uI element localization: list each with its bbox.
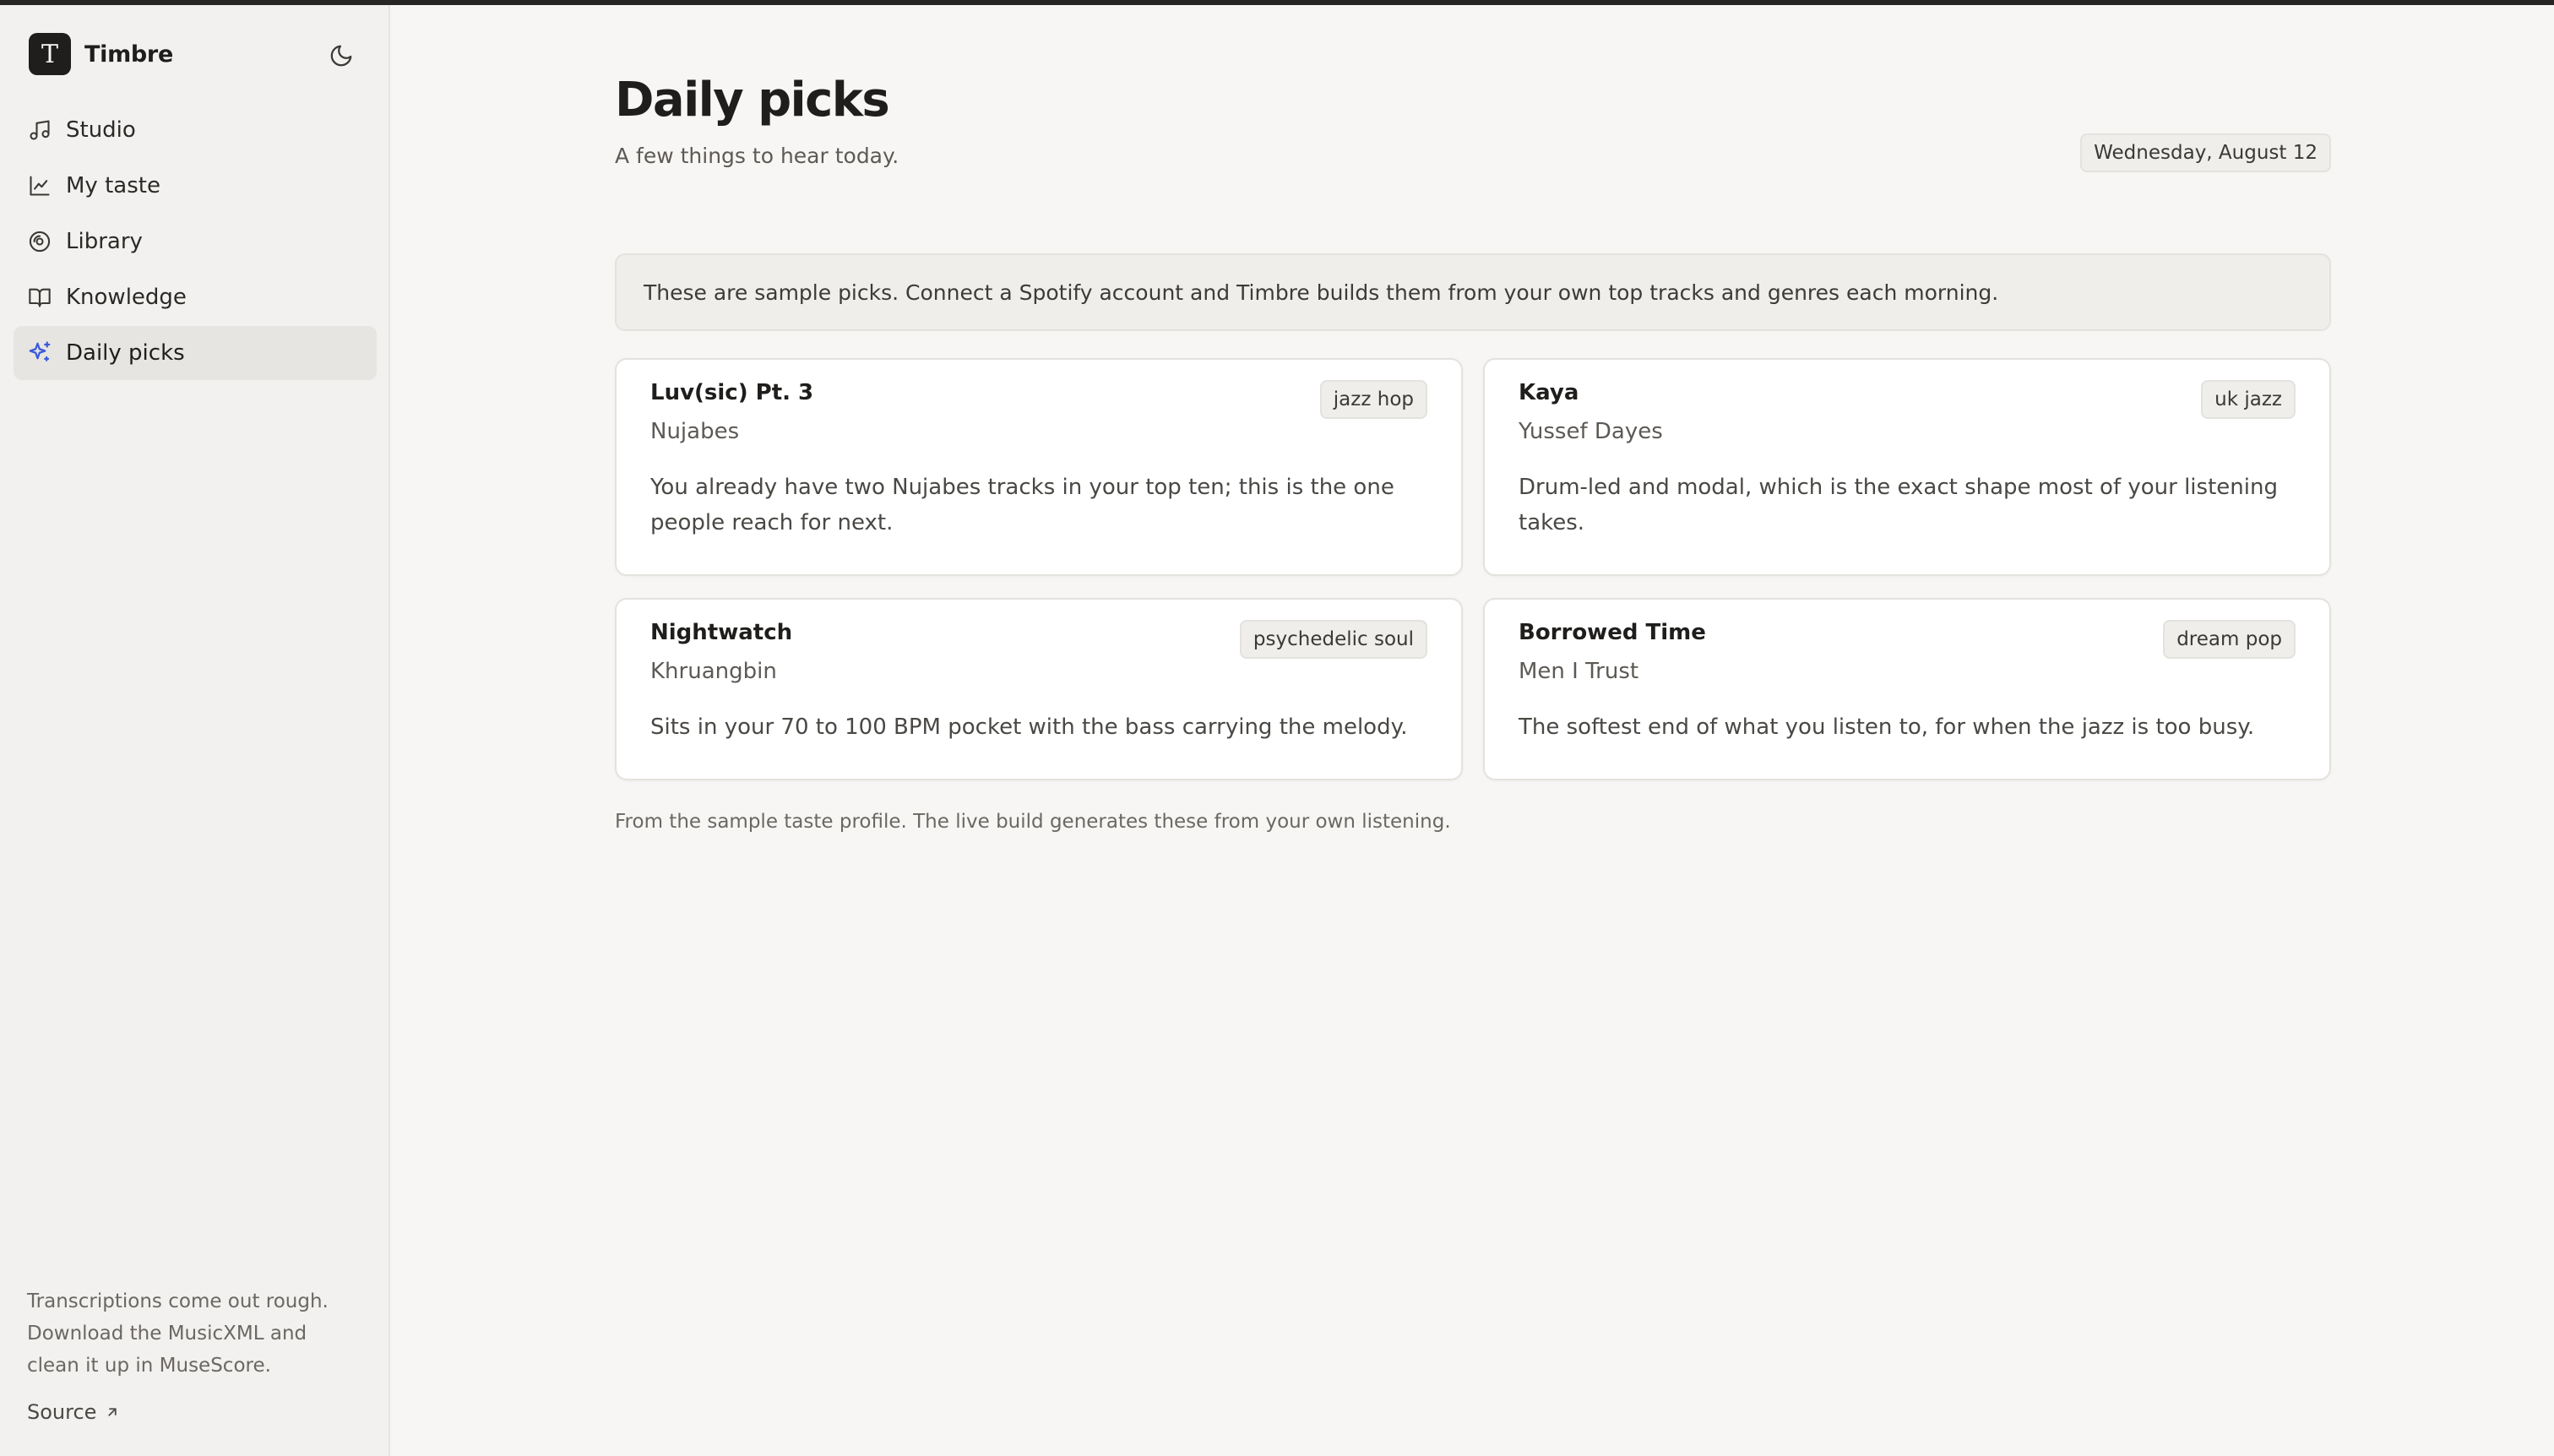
sidebar-item-label: My taste	[66, 173, 160, 198]
vinyl-disc-icon	[27, 229, 52, 254]
sidebar-item-library[interactable]: Library	[14, 215, 377, 269]
date-badge: Wednesday, August 12	[2080, 133, 2331, 172]
music-note-icon	[27, 117, 52, 143]
pick-artist: Khruangbin	[650, 659, 777, 684]
sparkle-icon	[27, 340, 52, 366]
source-link-label: Source	[27, 1400, 97, 1424]
sidebar-item-label: Library	[66, 229, 143, 254]
pick-reason: Sits in your 70 to 100 BPM pocket with t…	[650, 714, 1408, 740]
open-book-icon	[27, 285, 52, 310]
app-logo: T	[29, 33, 71, 75]
pick-artist: Men I Trust	[1519, 659, 1639, 684]
genre-tag: psychedelic soul	[1239, 620, 1427, 659]
pick-title: Luv(sic) Pt. 3	[650, 380, 814, 405]
sidebar-item-label: Studio	[66, 117, 136, 143]
pick-artist: Yussef Dayes	[1519, 419, 1663, 444]
page-subtitle: A few things to hear today.	[615, 144, 899, 168]
sidebar-item-label: Daily picks	[66, 340, 185, 366]
line-chart-icon	[27, 173, 52, 198]
sidebar-item-daily-picks[interactable]: Daily picks	[14, 326, 377, 380]
sidebar-item-label: Knowledge	[66, 285, 187, 310]
pick-artist: Nujabes	[650, 419, 740, 444]
app-name: Timbre	[84, 41, 173, 68]
sidebar-note: Transcriptions come out rough. Download …	[27, 1290, 329, 1377]
pick-title: Kaya	[1519, 380, 1579, 405]
pick-card[interactable]: Luv(sic) Pt. 3 jazz hop Nujabes You alre…	[615, 358, 1463, 576]
sample-notice-banner: These are sample picks. Connect a Spotif…	[615, 253, 2331, 331]
brand[interactable]: T Timbre	[29, 33, 173, 75]
genre-tag: uk jazz	[2201, 380, 2296, 419]
genre-tag: dream pop	[2163, 620, 2296, 659]
pick-card[interactable]: Kaya uk jazz Yussef Dayes Drum-led and m…	[1483, 358, 2331, 576]
pick-card[interactable]: Nightwatch psychedelic soul Khruangbin S…	[615, 598, 1463, 780]
arrow-up-right-icon	[108, 1408, 117, 1416]
sidebar: T Timbre Studio My taste Library Knowled…	[0, 5, 390, 1456]
source-link[interactable]: Source	[27, 1400, 120, 1424]
sidebar-item-knowledge[interactable]: Knowledge	[14, 270, 377, 324]
page-title: Daily picks	[615, 73, 890, 128]
pick-title: Nightwatch	[650, 620, 793, 645]
sidebar-item-my-taste[interactable]: My taste	[14, 159, 377, 213]
footer-note: From the sample taste profile. The live …	[615, 811, 1451, 833]
pick-reason: Drum-led and modal, which is the exact s…	[1519, 475, 2278, 535]
pick-title: Borrowed Time	[1519, 620, 1706, 645]
sidebar-item-studio[interactable]: Studio	[14, 103, 377, 157]
moon-icon	[330, 45, 352, 67]
genre-tag: jazz hop	[1319, 380, 1427, 419]
pick-card[interactable]: Borrowed Time dream pop Men I Trust The …	[1483, 598, 2331, 780]
pick-reason: The softest end of what you listen to, f…	[1519, 714, 2255, 740]
sidebar-nav: Studio My taste Library Knowledge Daily …	[14, 103, 377, 382]
theme-toggle-button[interactable]	[324, 39, 358, 73]
pick-reason: You already have two Nujabes tracks in y…	[650, 475, 1394, 535]
